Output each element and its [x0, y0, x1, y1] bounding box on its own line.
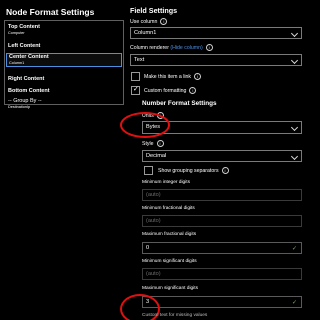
info-icon[interactable]: i	[160, 18, 168, 25]
slot-group-by[interactable]: -- Group By -- DestinationIp	[8, 98, 120, 110]
slot-value: Computer	[8, 31, 25, 35]
custom-formatting-checkbox[interactable]	[131, 85, 140, 95]
use-column-select[interactable]: Column1	[130, 27, 302, 39]
valid-check-icon: ✓	[291, 246, 297, 252]
number-format-title: Number Format Settings	[142, 100, 217, 107]
use-column-value: Column1	[134, 30, 157, 36]
chevron-down-icon	[290, 152, 299, 161]
max-fractional-label: Maximum fractional digits	[142, 232, 197, 237]
slot-label: Center Content	[9, 54, 49, 60]
node-format-title: Node Format Settings	[6, 7, 95, 17]
chevron-down-icon	[290, 56, 299, 65]
make-link-label: Make this item a link i	[144, 73, 201, 80]
column-renderer-value: Text	[134, 57, 145, 63]
info-icon[interactable]: i	[205, 44, 213, 51]
min-fractional-input[interactable]: (auto)	[142, 215, 302, 227]
min-fractional-placeholder: (auto)	[146, 218, 161, 224]
max-significant-label: Maximum significant digits	[142, 286, 198, 291]
custom-formatting-label: Custom formatting i	[144, 87, 197, 94]
slot-label: Bottom Content	[8, 88, 50, 94]
info-icon[interactable]: i	[221, 167, 229, 174]
slot-value: Column1	[9, 61, 25, 65]
max-fractional-input[interactable]: 0 ✓	[142, 242, 302, 254]
style-select[interactable]: Decimal	[142, 150, 302, 162]
column-renderer-label: Column renderer (Hide column) i	[130, 44, 213, 51]
style-label: Style i	[142, 140, 164, 147]
slot-label: Right Content	[8, 76, 45, 82]
min-integer-label: Minimum integer digits	[142, 180, 190, 185]
hide-column-link[interactable]: (Hide column)	[170, 45, 202, 51]
min-significant-label: Minimum significant digits	[142, 259, 197, 264]
use-column-label: Use column i	[130, 18, 168, 25]
slot-top-content[interactable]: Top Content Computer	[8, 24, 120, 36]
make-link-checkbox[interactable]	[131, 72, 140, 81]
show-grouping-label: Show grouping separators i	[158, 167, 229, 174]
slot-label: -- Group By --	[8, 98, 42, 104]
info-icon[interactable]: i	[156, 140, 164, 147]
column-renderer-select[interactable]: Text	[130, 54, 302, 66]
slot-right-content[interactable]: Right Content	[8, 76, 120, 83]
style-value: Decimal	[146, 153, 167, 159]
field-settings-title: Field Settings	[130, 6, 178, 15]
min-integer-placeholder: (auto)	[146, 192, 161, 198]
slot-label: Top Content	[8, 24, 40, 30]
max-fractional-value: 0	[146, 245, 150, 251]
annotation-circle-units	[120, 112, 170, 138]
field-settings-panel: Field Settings Use column i Column1 Colum…	[120, 0, 320, 320]
valid-check-icon: ✓	[291, 300, 297, 306]
slot-bottom-content[interactable]: Bottom Content	[8, 88, 120, 95]
slot-label: Left Content	[8, 43, 41, 49]
min-significant-input[interactable]: (auto)	[142, 268, 302, 280]
node-format-settings-screen: Node Format Settings Top Content Compute…	[0, 0, 320, 320]
show-grouping-checkbox[interactable]	[144, 166, 153, 175]
max-significant-input[interactable]: 3 ✓	[142, 296, 302, 308]
min-fractional-label: Minimum fractional digits	[142, 206, 195, 211]
slot-value: DestinationIp	[8, 105, 31, 109]
chevron-down-icon	[290, 29, 299, 38]
missing-values-label: Custom text for missing values	[142, 313, 208, 318]
node-layout-panel: Top Content Computer Left Content Center…	[4, 20, 124, 109]
info-icon[interactable]: i	[189, 87, 197, 94]
slot-center-content[interactable]: Center Content Column1	[6, 53, 122, 67]
slot-left-content[interactable]: Left Content	[8, 43, 120, 50]
min-integer-input[interactable]: (auto)	[142, 189, 302, 201]
chevron-down-icon	[290, 123, 299, 132]
info-icon[interactable]: i	[194, 73, 201, 80]
min-significant-placeholder: (auto)	[146, 271, 161, 277]
